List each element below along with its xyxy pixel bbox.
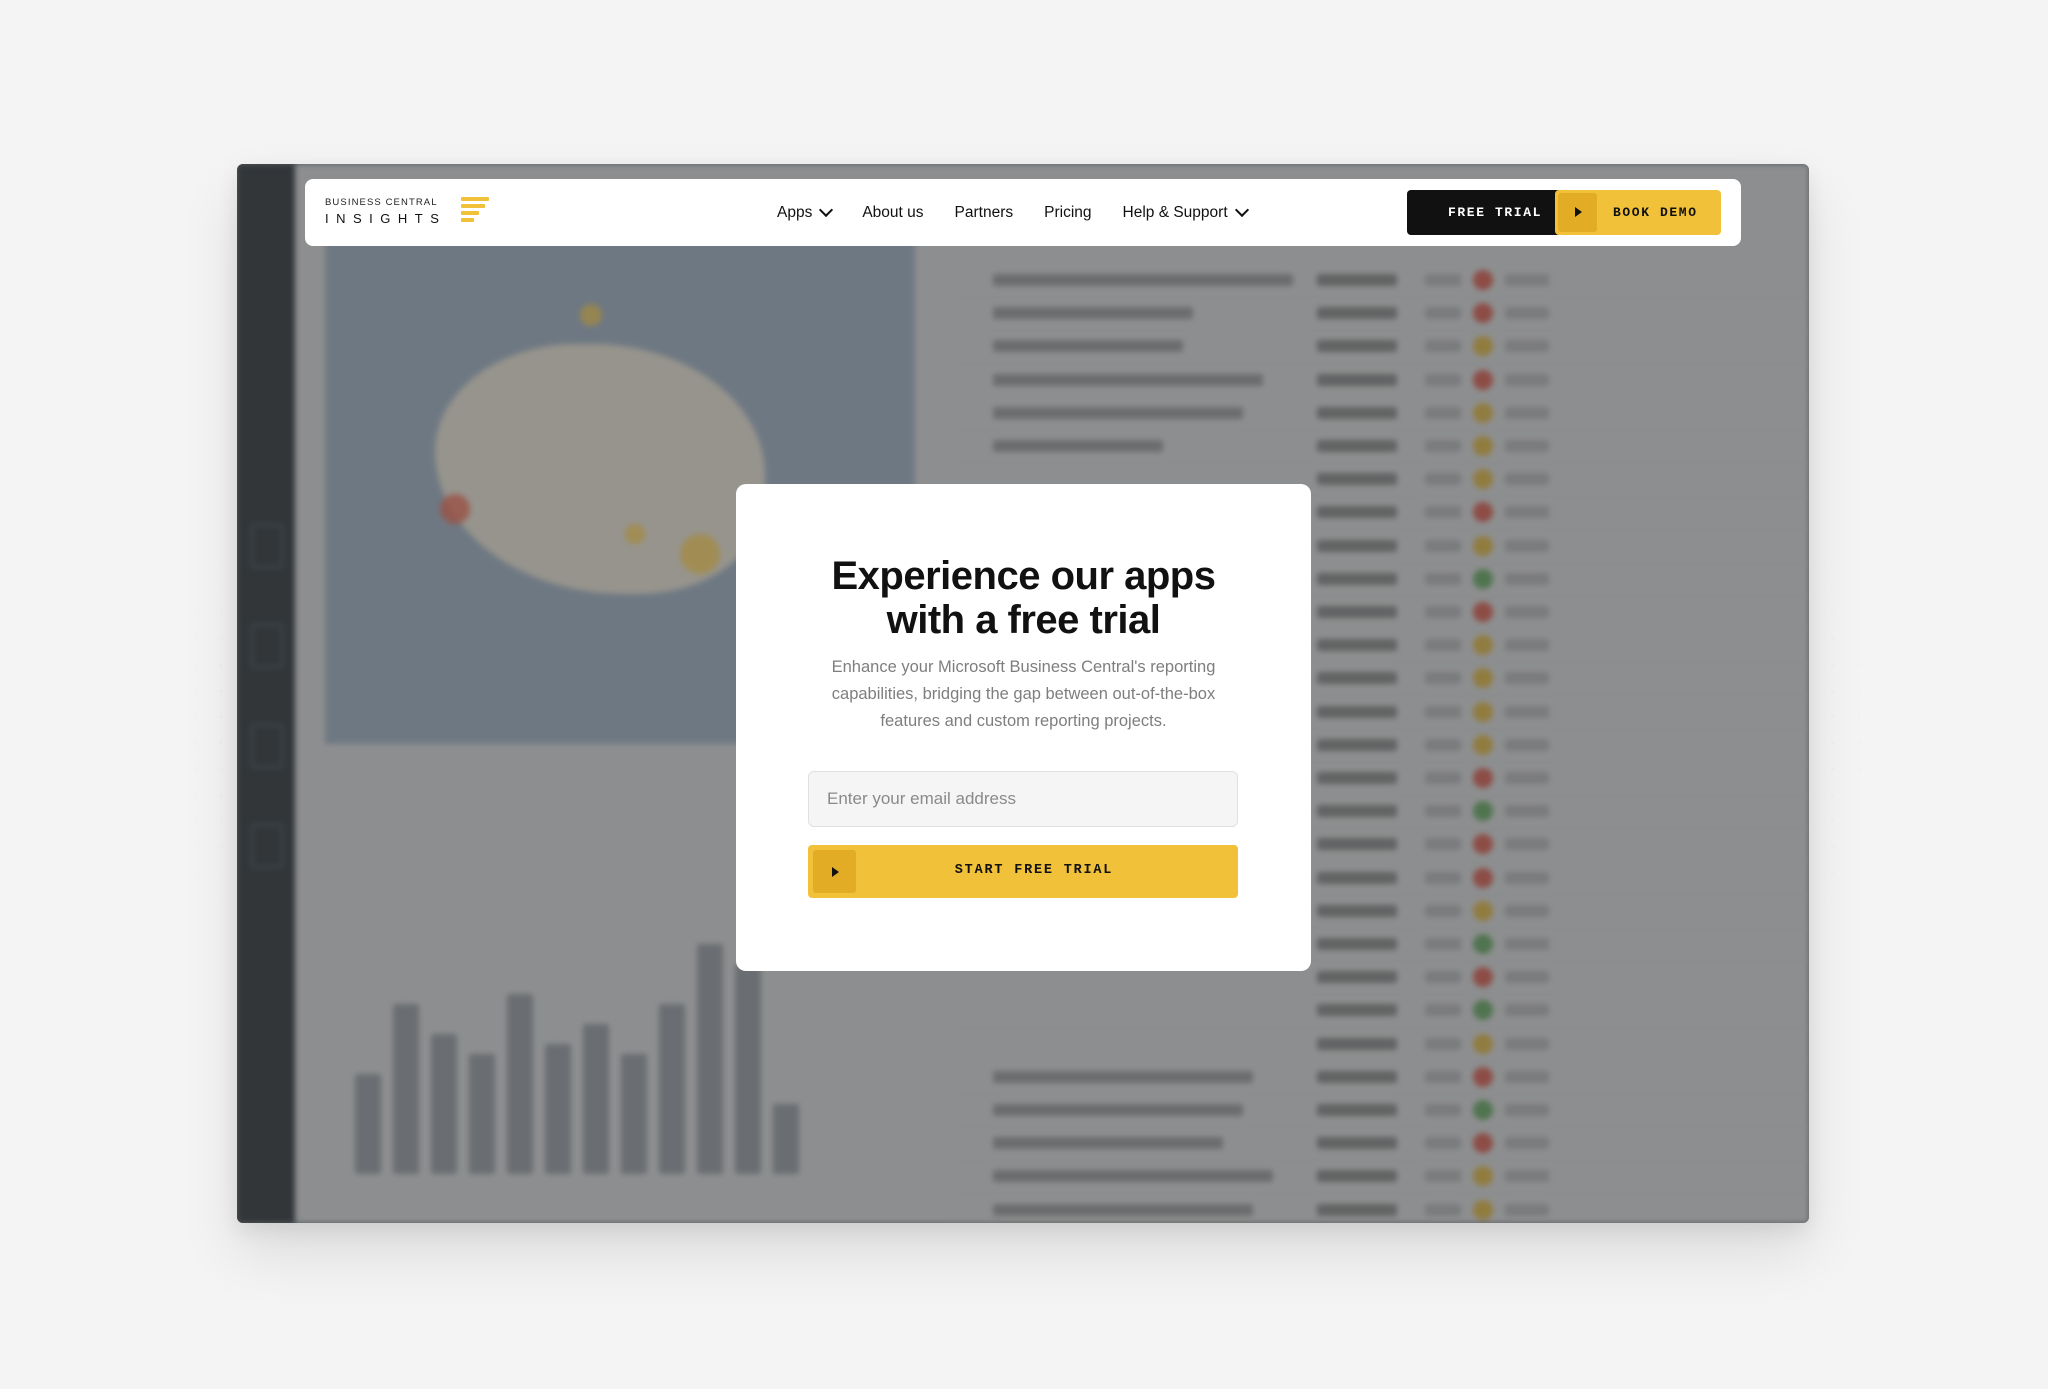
nav-pricing-label: Pricing	[1044, 203, 1092, 221]
nav-partners[interactable]: Partners	[955, 204, 1014, 222]
nav-pricing[interactable]: Pricing	[1044, 204, 1091, 222]
nav-partners-label: Partners	[954, 203, 1014, 221]
chevron-down-icon	[1234, 202, 1249, 218]
start-free-trial-button[interactable]: START FREE TRIAL	[808, 845, 1238, 898]
modal-description: Enhance your Microsoft Business Central'…	[831, 658, 1216, 730]
nav-about-label: About us	[862, 203, 924, 221]
nav-about-us[interactable]: About us	[862, 204, 923, 222]
brand-logo[interactable]: BUSINESS CENTRAL INSIGHTS	[325, 197, 495, 231]
brand-line1: BUSINESS CENTRAL	[325, 197, 438, 208]
free-trial-modal: Experience our apps with a free trial En…	[736, 484, 1311, 971]
main-menu: Apps About us Partners Pricing Help & Su…	[777, 179, 1278, 246]
start-free-trial-label: START FREE TRIAL	[954, 863, 1114, 878]
modal-title: Experience our apps with a free trial	[736, 554, 1311, 642]
play-icon	[1558, 193, 1597, 232]
nav-apps-label: Apps	[777, 203, 813, 221]
book-demo-label: BOOK DEMO	[1613, 205, 1698, 220]
nav-help-support[interactable]: Help & Support	[1122, 202, 1249, 222]
chevron-down-icon	[819, 202, 834, 218]
nav-help-label: Help & Support	[1122, 203, 1228, 221]
book-demo-button[interactable]: BOOK DEMO	[1555, 190, 1721, 235]
modal-title-line2: with a free trial	[886, 598, 1161, 642]
brand-line2: INSIGHTS	[325, 211, 447, 226]
logo-bars-icon	[461, 197, 491, 225]
nav-apps[interactable]: Apps	[777, 202, 834, 222]
top-navigation-bar: BUSINESS CENTRAL INSIGHTS Apps About us …	[305, 179, 1741, 246]
free-trial-label: FREE TRIAL	[1447, 205, 1542, 220]
modal-title-line1: Experience our apps	[831, 554, 1216, 598]
email-input[interactable]	[808, 771, 1238, 827]
